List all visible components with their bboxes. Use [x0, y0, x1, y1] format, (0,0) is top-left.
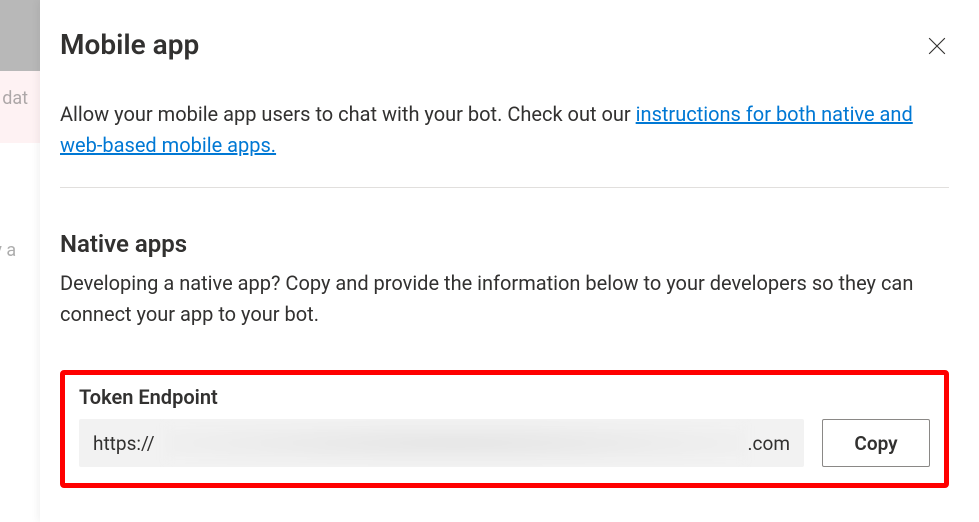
background-text-fragment: 's dat — [0, 88, 28, 109]
token-endpoint-label: Token Endpoint — [79, 385, 930, 409]
token-endpoint-prefix: https:// — [93, 432, 155, 455]
copy-button[interactable]: Copy — [822, 419, 930, 467]
background-text-fragment: hey a — [0, 240, 16, 261]
background-peek — [0, 0, 40, 522]
mobile-app-panel: Mobile app Allow your mobile app users t… — [40, 0, 979, 522]
native-apps-description: Developing a native app? Copy and provid… — [60, 268, 949, 330]
native-apps-section: Native apps Developing a native app? Cop… — [60, 230, 949, 488]
token-endpoint-field[interactable]: https:// .com — [79, 419, 804, 467]
close-button[interactable] — [921, 32, 953, 64]
panel-description: Allow your mobile app users to chat with… — [60, 99, 949, 161]
token-endpoint-suffix: .com — [748, 432, 790, 455]
native-apps-title: Native apps — [60, 230, 949, 258]
token-endpoint-redacted — [165, 423, 746, 463]
divider — [60, 187, 949, 188]
panel-description-text: Allow your mobile app users to chat with… — [60, 102, 636, 126]
panel-title: Mobile app — [60, 28, 199, 61]
close-icon — [928, 37, 946, 59]
copy-button-label: Copy — [854, 432, 897, 455]
token-endpoint-highlight: Token Endpoint https:// .com Copy — [60, 370, 949, 488]
